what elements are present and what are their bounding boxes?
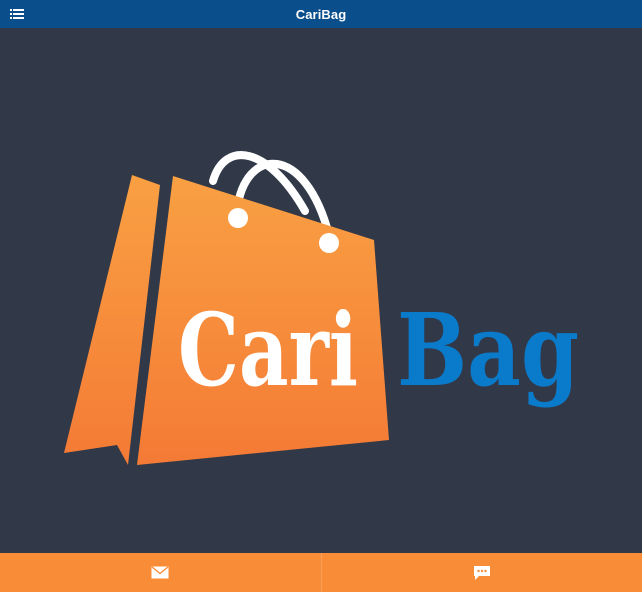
app-title: CariBag <box>295 6 347 22</box>
bag-hole-right <box>319 233 339 253</box>
logo-word-bag: Bag <box>397 291 579 409</box>
email-button[interactable] <box>0 553 321 592</box>
top-bar: CariBag <box>0 0 642 28</box>
bottom-bar <box>0 553 642 592</box>
list-menu-icon <box>10 9 24 19</box>
chat-icon <box>473 565 490 580</box>
app-window: CariBag Cari Bag <box>0 0 642 592</box>
menu-button[interactable] <box>6 4 28 24</box>
bag-hole-left <box>228 208 248 228</box>
chat-button[interactable] <box>320 553 642 592</box>
main-content: Cari Bag <box>0 28 642 553</box>
mail-icon <box>151 566 169 579</box>
logo-word-cari: Cari <box>178 291 358 409</box>
caribag-logo: Cari Bag <box>64 151 579 465</box>
